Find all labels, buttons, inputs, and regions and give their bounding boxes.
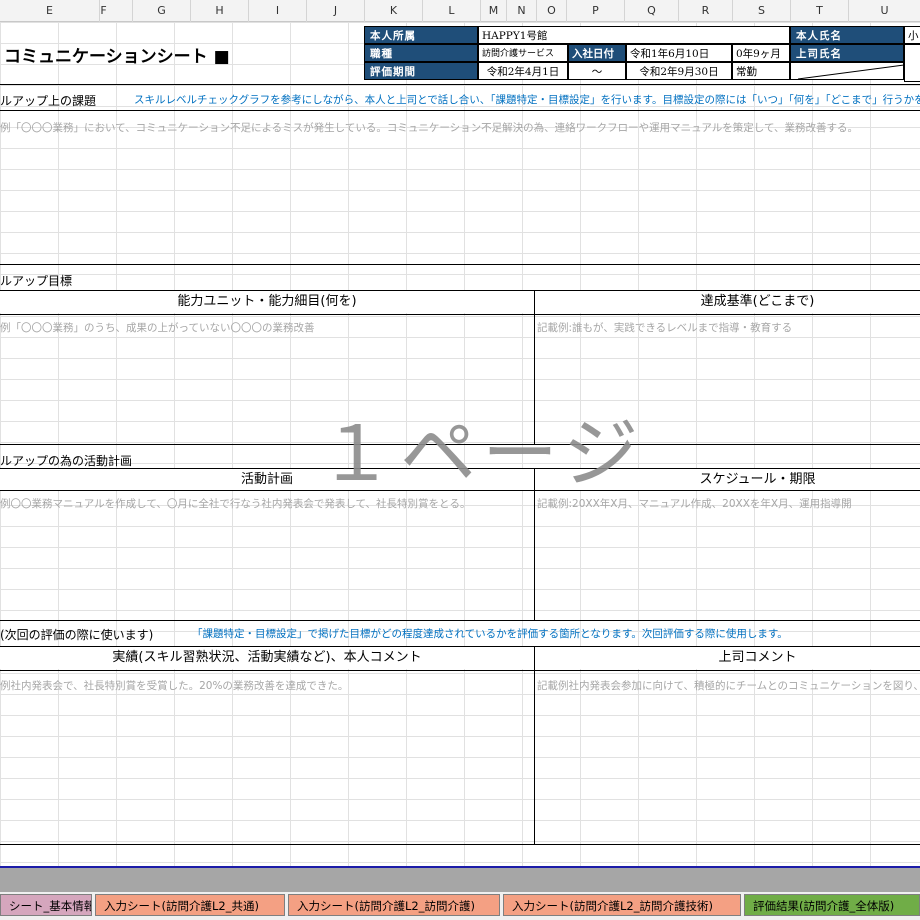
diagonal-line-icon: [797, 64, 903, 79]
boss-signature-cell[interactable]: [790, 62, 904, 80]
column-header-u[interactable]: U: [849, 0, 920, 22]
tab-evaluation-result[interactable]: 評価結果(訪問介護_全体版): [744, 894, 920, 916]
column-header-p[interactable]: P: [567, 0, 625, 22]
column-header-q[interactable]: Q: [625, 0, 679, 22]
sheet-title: コミュニケーションシート ■: [4, 47, 230, 67]
column-header-f[interactable]: F: [75, 0, 133, 22]
section3-label: ルアップの為の活動計画: [0, 454, 133, 468]
section-divider: [0, 264, 920, 265]
job-label: 職種: [364, 44, 478, 62]
worksheet-grid[interactable]: コミュニケーションシート ■ 本人所属 HAPPY1号館 本人氏名 小 職種 訪…: [0, 22, 920, 866]
section4-left-example[interactable]: 例社内発表会で、社長特別賞を受賞した。20%の業務改善を達成できた。: [0, 678, 348, 693]
tab-input-home-care[interactable]: 入力シート(訪問介護L2_訪問介護): [288, 894, 500, 916]
section1-label: ルアップ上の課題: [0, 94, 97, 108]
column-header-h[interactable]: H: [191, 0, 249, 22]
affiliation-value[interactable]: HAPPY1号館: [478, 26, 790, 44]
column-header-o[interactable]: O: [537, 0, 567, 22]
section-divider: [0, 110, 920, 111]
join-date-value[interactable]: 令和1年6月10日: [626, 44, 732, 62]
tenure-value[interactable]: 0年9ヶ月: [732, 44, 790, 62]
column-header-i[interactable]: I: [249, 0, 307, 22]
boss-name-value[interactable]: [904, 44, 920, 82]
section4-note: 「課題特定・目標設定」で掲げた目標がどの程度達成されているかを評価する箇所となり…: [192, 628, 788, 640]
tab-input-common[interactable]: 入力シート(訪問介護L2_共通): [95, 894, 285, 916]
column-header-k[interactable]: K: [365, 0, 423, 22]
section4-right-example[interactable]: 記載例社内発表会参加に向けて、積極的にチームとのコミュニケーションを図り、: [537, 678, 920, 693]
column-header-n[interactable]: N: [507, 0, 537, 22]
section-divider: [0, 670, 920, 671]
section1-example[interactable]: 例「〇〇〇業務」において、コミュニケーション不足によるミスが発生している。コミュ…: [0, 120, 858, 135]
name-value[interactable]: 小: [904, 26, 920, 44]
section4-left-header: 実績(スキル習熟状況、活動実績など)、本人コメント: [0, 647, 534, 669]
column-header-j[interactable]: J: [307, 0, 365, 22]
column-header-l[interactable]: L: [423, 0, 481, 22]
period-end[interactable]: 令和2年9月30日: [626, 62, 732, 80]
section-divider: [0, 314, 920, 315]
section2-left-example[interactable]: 例「〇〇〇業務」のうち、成果の上がっていない〇〇〇の業務改善: [0, 320, 314, 335]
column-header-r[interactable]: R: [679, 0, 733, 22]
tab-input-home-care-skill[interactable]: 入力シート(訪問介護L2_訪問介護技術): [503, 894, 741, 916]
section-divider: [0, 844, 920, 845]
section4-label: (次回の評価の際に使います): [0, 628, 154, 642]
affiliation-label: 本人所属: [364, 26, 478, 44]
boss-name-label: 上司氏名: [790, 44, 904, 62]
section-divider: [0, 84, 920, 85]
section2-left-header: 能力ユニット・能力細目(何を): [0, 291, 534, 313]
sheet-tab-bar: シート_基本情報 入力シート(訪問介護L2_共通) 入力シート(訪問介護L2_訪…: [0, 868, 920, 920]
job-value[interactable]: 訪問介護サービス: [478, 44, 568, 62]
tab-basic-info[interactable]: シート_基本情報: [0, 894, 92, 916]
period-separator: 〜: [568, 62, 626, 80]
column-header-s[interactable]: S: [733, 0, 791, 22]
page-watermark: １ページ: [318, 409, 645, 498]
section4-right-header: 上司コメント: [535, 647, 920, 669]
join-date-label: 入社日付: [568, 44, 626, 62]
section-divider: [0, 620, 920, 621]
period-start[interactable]: 令和2年4月1日: [478, 62, 568, 80]
column-header-t[interactable]: T: [791, 0, 849, 22]
column-divider: [534, 646, 535, 844]
name-label: 本人氏名: [790, 26, 904, 44]
employment-type[interactable]: 常勤: [732, 62, 790, 80]
section2-label: ルアップ目標: [0, 274, 73, 288]
period-label: 評価期間: [364, 62, 478, 80]
section2-right-header: 達成基準(どこまで): [535, 291, 920, 313]
tab-bar-background: [0, 868, 920, 892]
column-header-g[interactable]: G: [133, 0, 191, 22]
column-header-m[interactable]: M: [481, 0, 507, 22]
section1-note: スキルレベルチェックグラフを参考にしながら、本人と上司とで話し合い、「課題特定・…: [134, 94, 920, 106]
column-header-row: E F G H I J K L M N O P Q R S T U: [0, 0, 920, 22]
section2-right-example[interactable]: 記載例:誰もが、実践できるレベルまで指導・教育する: [537, 320, 792, 335]
